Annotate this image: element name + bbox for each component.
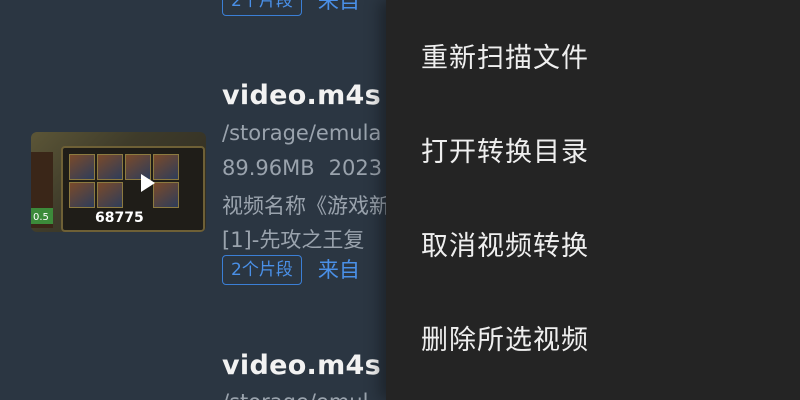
list-item-tags: 2个片段 来自	[222, 255, 360, 285]
segment-count-badge: 2个片段	[222, 255, 302, 285]
play-icon[interactable]	[141, 174, 155, 192]
segment-count-badge: 2个片段	[222, 0, 302, 16]
video-size-date: 89.96MB 2023	[222, 156, 382, 180]
screen: 2个片段 来自 0.5 68775 video.m4s /storage/emu…	[0, 0, 800, 400]
menu-item-rescan-files[interactable]: 重新扫描文件	[421, 36, 589, 75]
video-size: 89.96MB	[222, 156, 315, 180]
item-slot	[153, 182, 179, 208]
menu-item-open-convert-dir[interactable]: 打开转换目录	[421, 130, 589, 169]
video-filename: video.m4s	[222, 80, 381, 111]
item-slot	[69, 182, 95, 208]
context-menu: 重新扫描文件 打开转换目录 取消视频转换 删除所选视频	[386, 0, 800, 400]
video-subtitle: [1]-先攻之王复	[222, 228, 365, 252]
thumbnail-gold-count: 68775	[95, 210, 144, 226]
thumbnail-level-text: 0.5	[33, 212, 49, 223]
video-path: /storage/emul	[222, 390, 368, 400]
item-slot	[69, 154, 95, 180]
menu-item-delete-selected[interactable]: 删除所选视频	[421, 318, 589, 357]
video-path: /storage/emula	[222, 121, 382, 145]
video-thumbnail[interactable]: 0.5 68775	[31, 132, 206, 232]
video-date: 2023	[328, 156, 383, 180]
source-label[interactable]: 来自	[318, 256, 360, 284]
menu-item-cancel-convert[interactable]: 取消视频转换	[421, 224, 589, 263]
list-item-top-tags: 2个片段 来自	[222, 0, 360, 16]
item-slot	[153, 154, 179, 180]
source-label[interactable]: 来自	[318, 0, 360, 15]
video-filename: video.m4s	[222, 350, 381, 381]
item-slot	[97, 182, 123, 208]
video-title: 视频名称《游戏新	[222, 194, 390, 218]
item-slot	[97, 154, 123, 180]
